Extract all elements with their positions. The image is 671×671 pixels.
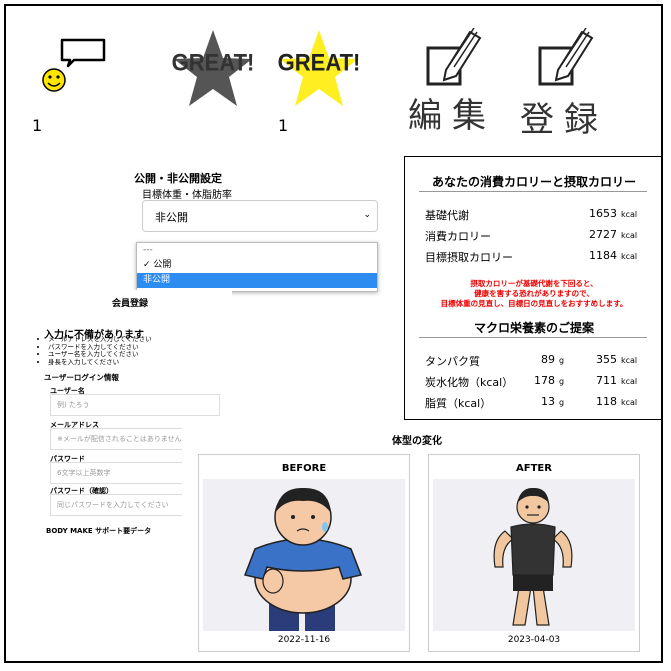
before-date: 2022-11-16 [277, 635, 331, 645]
great-yellow-label: GREAT! [277, 48, 361, 77]
fat-label: 脂質（kcal） [425, 397, 492, 410]
target-intake-label: 目標摂取カロリー [425, 251, 513, 264]
gram-unit: g [559, 377, 565, 386]
carbs-label: 炭水化物（kcal） [425, 376, 514, 389]
registration-title: 会員登録 [112, 299, 149, 309]
comment-icon[interactable] [40, 36, 110, 96]
error-item: 身長を入力してください [48, 358, 152, 367]
kcal-unit: kcal [621, 398, 638, 407]
gram-unit: g [559, 356, 565, 365]
before-card: BEFORE 2022-11-16 [198, 454, 410, 652]
after-date: 2023-04-03 [507, 635, 561, 645]
body-make-heading: BODY MAKE サポート要データ [46, 527, 152, 535]
target-label: 目標体重・体脂肪率 [142, 190, 232, 201]
pencil-square-icon [538, 28, 594, 86]
chevron-down-icon: ⌄ [363, 210, 371, 220]
login-heading: ユーザーログイン情報 [44, 373, 119, 382]
edit-label: 編集 [408, 96, 496, 136]
register-label: 登録 [520, 100, 608, 140]
calorie-warning: 摂取カロリーが基礎代謝を下回ると、 健康を害する恐れがありますので、 目標体重の… [405, 279, 661, 309]
visibility-settings-title: 公開・非公開設定 [134, 172, 222, 185]
calorie-title: あなたの消費カロリーと摂取カロリー [431, 175, 636, 189]
fat-grams: 13 [541, 395, 555, 408]
body-change-section: 体型の変化 BEFORE 2022-11-16 AFTER 2023-04-03 [182, 424, 661, 661]
gram-unit: g [559, 398, 565, 407]
after-photo [433, 479, 635, 631]
macro-title: マクロ栄養素のご提案 [473, 321, 594, 335]
kcal-unit: kcal [621, 377, 638, 386]
warning-line: 摂取カロリーが基礎代謝を下回ると、 [470, 279, 598, 288]
before-photo [203, 479, 405, 631]
after-card: AFTER 2023-04-03 [428, 454, 640, 652]
divider [419, 337, 647, 338]
error-list: メールアドレスを入力してください パスワードを入力してください ユーザー名を入力… [38, 335, 152, 367]
kcal-unit: kcal [621, 252, 638, 261]
dropdown-option-highlighted[interactable]: 非公開 [137, 273, 377, 288]
protein-grams: 89 [541, 353, 555, 366]
great-yellow-star-icon[interactable]: GREAT! [276, 28, 362, 108]
register-button[interactable]: 登録 [518, 28, 618, 140]
bmr-label: 基礎代謝 [425, 209, 469, 222]
great-count: 1 [278, 116, 289, 135]
bmr-value: 1653 [589, 207, 617, 220]
after-label: AFTER [516, 463, 552, 474]
visibility-select-value: 非公開 [155, 211, 188, 224]
target-intake-value: 1184 [589, 249, 617, 262]
carbs-grams: 178 [534, 374, 555, 387]
username-input[interactable]: 例) たろう [50, 394, 220, 416]
visibility-select[interactable]: 非公開 ⌄ [142, 200, 378, 232]
fat-kcal: 118 [596, 395, 617, 408]
calorie-panel: あなたの消費カロリーと摂取カロリー 基礎代謝 1653 kcal 消費カロリー … [404, 156, 661, 420]
screenshot-frame: 1 GREAT! GREAT! 1 編集 登録 公開・非公開設定 目標体重・体脂… [4, 4, 663, 663]
pencil-square-icon [426, 28, 482, 86]
dropdown-option[interactable]: ✓ 公開 [137, 258, 377, 273]
warning-line: 健康を害する恐れがありますので、 [474, 289, 594, 298]
consumed-value: 2727 [589, 228, 617, 241]
kcal-unit: kcal [621, 231, 638, 240]
consumed-label: 消費カロリー [425, 230, 491, 243]
great-gray-star-icon[interactable]: GREAT! [170, 28, 256, 108]
warning-line: 目標体重の見直し、目標日の見直しをおすすめします。 [440, 299, 628, 308]
carbs-kcal: 711 [596, 374, 617, 387]
protein-kcal: 355 [596, 353, 617, 366]
visibility-dropdown[interactable]: --- ✓ 公開 非公開 [136, 242, 378, 292]
great-gray-label: GREAT! [171, 48, 255, 77]
protein-label: タンパク質 [425, 355, 480, 368]
dropdown-option[interactable]: --- [137, 243, 377, 258]
kcal-unit: kcal [621, 356, 638, 365]
kcal-unit: kcal [621, 210, 638, 219]
comment-count: 1 [32, 116, 43, 135]
edit-button[interactable]: 編集 [404, 28, 504, 136]
body-change-title: 体型の変化 [392, 436, 442, 447]
before-label: BEFORE [281, 463, 327, 474]
divider [419, 191, 647, 192]
